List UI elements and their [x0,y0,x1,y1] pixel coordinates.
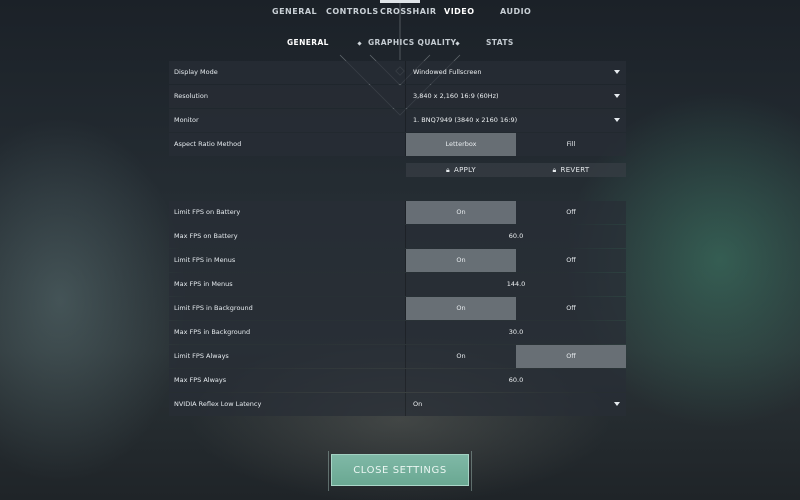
max-fps-menus-value[interactable]: 144.0 [406,273,626,296]
nvidia-reflex-dropdown[interactable]: On [406,393,626,416]
apply-revert-row: 🔒︎ APPLY 🔒︎ REVERT [406,163,626,177]
revert-button[interactable]: 🔒︎ REVERT [516,163,626,177]
limit-fps-menus-on[interactable]: On [406,249,516,272]
aspect-ratio-toggle: Letterbox Fill [406,133,626,156]
aspect-ratio-fill[interactable]: Fill [516,133,626,156]
monitor-value: 1. BNQ7949 (3840 x 2160 16:9) [413,116,518,124]
limit-fps-battery-toggle: On Off [406,201,626,224]
nvidia-reflex-row: NVIDIA Reflex Low Latency On [169,393,626,416]
max-fps-background-label: Max FPS in Background [169,321,406,344]
revert-label: REVERT [560,166,590,174]
limit-fps-background-row: Limit FPS in Background On Off [169,297,626,320]
limit-fps-always-off[interactable]: Off [516,345,626,368]
resolution-value: 3,840 x 2,160 16:9 (60Hz) [413,92,499,100]
display-mode-row: Display Mode Windowed Fullscreen [169,61,626,84]
limit-fps-menus-label: Limit FPS in Menus [169,249,406,272]
max-fps-always-value[interactable]: 60.0 [406,369,626,392]
max-fps-background-value[interactable]: 30.0 [406,321,626,344]
limit-fps-battery-on[interactable]: On [406,201,516,224]
limit-fps-battery-off[interactable]: Off [516,201,626,224]
nvidia-reflex-value: On [413,400,423,408]
limit-fps-always-on[interactable]: On [406,345,516,368]
caret-down-icon [614,118,620,122]
limit-fps-battery-label: Limit FPS on Battery [169,201,406,224]
limit-fps-background-label: Limit FPS in Background [169,297,406,320]
display-mode-value: Windowed Fullscreen [413,68,482,76]
nvidia-reflex-label: NVIDIA Reflex Low Latency [169,393,406,416]
limit-fps-always-label: Limit FPS Always [169,345,406,368]
caret-down-icon [614,402,620,406]
display-mode-label: Display Mode [169,61,406,84]
limit-fps-menus-off[interactable]: Off [516,249,626,272]
apply-label: APPLY [454,166,476,174]
caret-down-icon [614,94,620,98]
limit-fps-background-on[interactable]: On [406,297,516,320]
resolution-label: Resolution [169,85,406,108]
limit-fps-battery-row: Limit FPS on Battery On Off [169,201,626,224]
monitor-row: Monitor 1. BNQ7949 (3840 x 2160 16:9) [169,109,626,132]
max-fps-battery-row: Max FPS on Battery 60.0 [169,225,626,248]
resolution-dropdown[interactable]: 3,840 x 2,160 16:9 (60Hz) [406,85,626,108]
max-fps-menus-row: Max FPS in Menus 144.0 [169,273,626,296]
close-settings-button[interactable]: CLOSE SETTINGS [328,451,472,491]
limit-fps-menus-row: Limit FPS in Menus On Off [169,249,626,272]
display-mode-dropdown[interactable]: Windowed Fullscreen [406,61,626,84]
aspect-ratio-row: Aspect Ratio Method Letterbox Fill [169,133,626,156]
aspect-ratio-letterbox[interactable]: Letterbox [406,133,516,156]
apply-button[interactable]: 🔒︎ APPLY [406,163,516,177]
aspect-ratio-label: Aspect Ratio Method [169,133,406,156]
max-fps-battery-value[interactable]: 60.0 [406,225,626,248]
limit-fps-always-row: Limit FPS Always On Off [169,345,626,368]
limit-fps-background-off[interactable]: Off [516,297,626,320]
max-fps-always-label: Max FPS Always [169,369,406,392]
max-fps-background-row: Max FPS in Background 30.0 [169,321,626,344]
caret-down-icon [614,70,620,74]
monitor-dropdown[interactable]: 1. BNQ7949 (3840 x 2160 16:9) [406,109,626,132]
limit-fps-always-toggle: On Off [406,345,626,368]
max-fps-always-row: Max FPS Always 60.0 [169,369,626,392]
resolution-row: Resolution 3,840 x 2,160 16:9 (60Hz) [169,85,626,108]
max-fps-menus-label: Max FPS in Menus [169,273,406,296]
max-fps-battery-label: Max FPS on Battery [169,225,406,248]
lock-icon: 🔒︎ [445,166,451,174]
limit-fps-background-toggle: On Off [406,297,626,320]
monitor-label: Monitor [169,109,406,132]
lock-icon: 🔒︎ [552,166,557,174]
limit-fps-menus-toggle: On Off [406,249,626,272]
